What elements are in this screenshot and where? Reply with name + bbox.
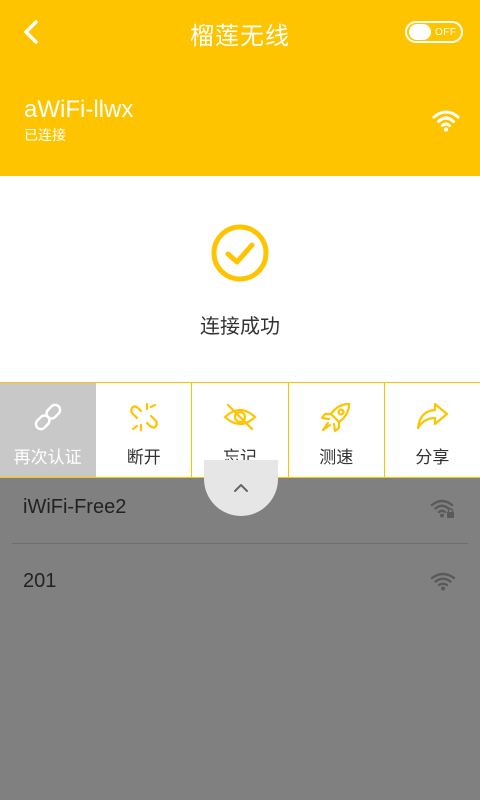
connection-panel: 连接成功 bbox=[0, 176, 480, 382]
share-arrow-icon bbox=[417, 402, 449, 430]
wifi-locked-icon bbox=[430, 499, 454, 518]
link-icon bbox=[34, 403, 61, 431]
toggle-label: OFF bbox=[435, 26, 457, 38]
connection-status: 已连接 bbox=[24, 128, 66, 144]
wifi-icon bbox=[430, 572, 456, 591]
wifi-strong-icon bbox=[432, 110, 460, 132]
broken-link-icon bbox=[129, 402, 158, 432]
share-label: 分享 bbox=[415, 448, 450, 468]
reauth-label: 再次认证 bbox=[13, 448, 82, 468]
toggle-knob bbox=[409, 24, 431, 40]
disconnect-button[interactable]: 断开 bbox=[96, 383, 193, 477]
speedtest-button[interactable]: 测速 bbox=[289, 383, 385, 477]
network-name: 201 bbox=[23, 569, 57, 592]
success-message: 连接成功 bbox=[200, 314, 280, 338]
share-button[interactable]: 分享 bbox=[385, 383, 480, 477]
connected-ssid: aWiFi-llwx bbox=[24, 96, 134, 123]
eye-off-icon bbox=[223, 403, 257, 431]
wifi-toggle[interactable]: OFF bbox=[405, 21, 463, 43]
chevron-up-icon bbox=[234, 484, 248, 492]
header-bar: 榴莲无线 OFF aWiFi-llwx 已连接 bbox=[0, 0, 480, 176]
network-name: iWiFi-Free2 bbox=[23, 496, 127, 518]
rocket-icon bbox=[321, 402, 351, 433]
disconnect-label: 断开 bbox=[126, 448, 161, 468]
check-circle-icon bbox=[211, 224, 269, 282]
network-item[interactable]: 201 bbox=[12, 545, 468, 617]
speedtest-label: 测速 bbox=[319, 448, 354, 468]
reauth-button[interactable]: 再次认证 bbox=[0, 383, 97, 477]
